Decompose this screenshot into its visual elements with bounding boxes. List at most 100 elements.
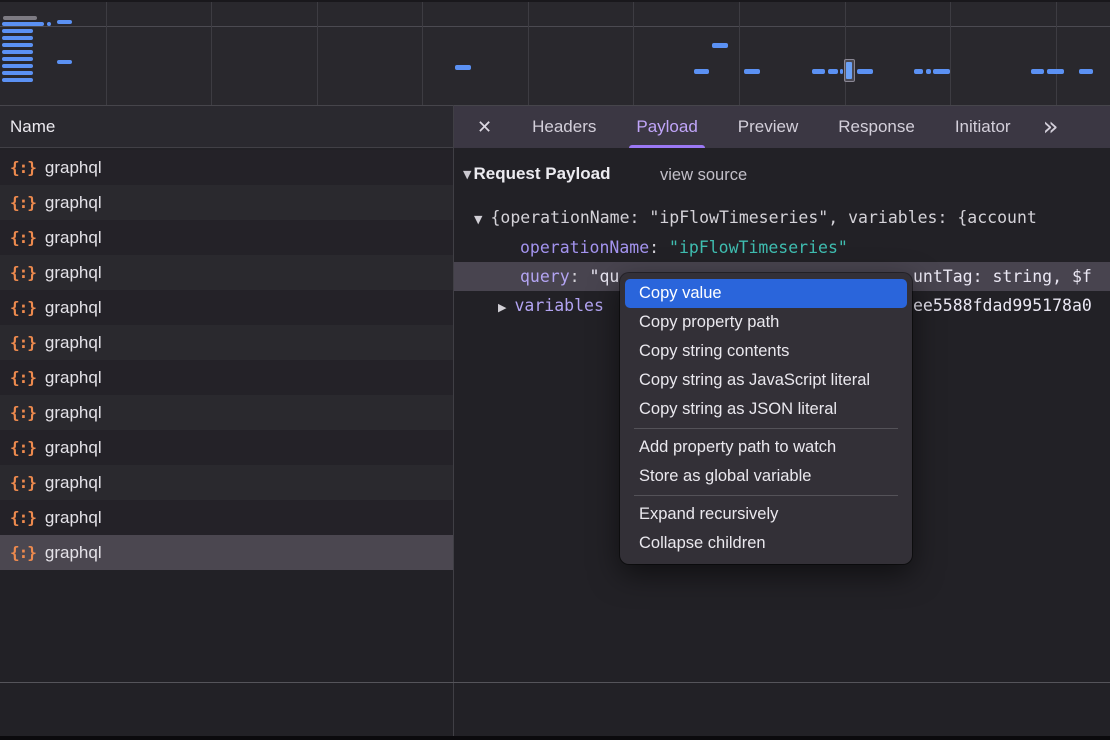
json-request-icon: {:} (10, 368, 36, 387)
request-name-label: graphql (45, 158, 102, 178)
menu-item-copy-string-as-javascript-literal[interactable]: Copy string as JavaScript literal (625, 366, 907, 395)
request-row[interactable]: {:} graphql (0, 290, 453, 325)
request-row[interactable]: {:} graphql (0, 150, 453, 185)
json-key: variables (514, 296, 603, 315)
overview-lane-divider (0, 26, 1110, 27)
waterfall-bar (926, 69, 931, 74)
request-name-label: graphql (45, 228, 102, 248)
json-request-icon: {:} (10, 438, 36, 457)
tab-headers[interactable]: Headers (532, 106, 596, 148)
window-bottom-edge (0, 736, 1110, 740)
request-row[interactable]: {:}graphql (0, 185, 453, 220)
request-row[interactable]: {:}graphql (0, 500, 453, 535)
waterfall-bar (1047, 69, 1064, 74)
waterfall-bar (933, 69, 950, 74)
overview-gridline (422, 2, 423, 105)
json-request-icon: {:} (10, 298, 36, 317)
waterfall-bar (2, 57, 33, 61)
waterfall-bar (812, 69, 825, 74)
waterfall-bar (3, 16, 37, 20)
request-row[interactable]: {:} graphql (0, 430, 453, 465)
panel-divider[interactable] (453, 105, 454, 736)
menu-item-copy-string-contents[interactable]: Copy string contents (625, 337, 907, 366)
menu-item-add-property-path-to-watch[interactable]: Add property path to watch (625, 433, 907, 462)
menu-separator (634, 495, 898, 496)
json-query-value-continuation: untTag: string, $f (913, 262, 1092, 291)
overview-gridline (528, 2, 529, 105)
json-variables-preview-continuation: ee5588fdad995178a0 (913, 291, 1092, 320)
menu-separator (634, 428, 898, 429)
collapse-triangle-icon: ▼ (463, 168, 471, 181)
waterfall-bar (744, 69, 760, 74)
json-row-variables[interactable]: ▶ variables (498, 291, 604, 320)
waterfall-bar (2, 50, 33, 54)
json-root-preview: {operationName: "ipFlowTimeseries", vari… (490, 208, 1036, 227)
overview-gridline (633, 2, 634, 105)
tab-payload[interactable]: Payload (636, 106, 697, 148)
json-colon: : (570, 267, 590, 286)
request-row[interactable]: {:} graphql (0, 395, 453, 430)
menu-item-copy-property-path[interactable]: Copy property path (625, 308, 907, 337)
json-request-icon: {:} (10, 228, 36, 247)
request-name-label: graphql (45, 438, 102, 458)
json-request-icon: {:} (10, 158, 36, 177)
json-request-icon: {:} (10, 403, 36, 422)
view-source-link[interactable]: view source (660, 166, 747, 185)
name-column-header[interactable]: Name (0, 105, 453, 148)
menu-item-copy-value[interactable]: Copy value (625, 279, 907, 308)
waterfall-bar (828, 69, 838, 74)
request-row[interactable]: {:}graphql (0, 465, 453, 500)
waterfall-bar (2, 64, 33, 68)
json-key: operationName (520, 238, 649, 257)
json-row-query[interactable]: query: "qu (520, 262, 619, 291)
tab-response[interactable]: Response (838, 106, 915, 148)
waterfall-bar (840, 69, 843, 74)
request-name-label: graphql (45, 263, 102, 283)
expanded-triangle-icon[interactable]: ▼ (474, 213, 482, 226)
close-icon[interactable]: ✕ (477, 117, 492, 138)
request-row[interactable]: {:} graphql (0, 255, 453, 290)
waterfall-bar (2, 29, 33, 33)
name-column-label: Name (10, 117, 55, 137)
json-request-icon: {:} (10, 508, 36, 527)
json-request-icon: {:} (10, 263, 36, 282)
overview-gridline (845, 2, 846, 105)
json-request-icon: {:} (10, 193, 36, 212)
json-row-operation-name[interactable]: operationName: "ipFlowTimeseries" (520, 233, 848, 262)
detail-tabs: Headers Payload Preview Response Initiator (492, 106, 1010, 148)
menu-item-expand-recursively[interactable]: Expand recursively (625, 500, 907, 529)
network-overview[interactable] (0, 0, 1110, 105)
request-name-label: graphql (45, 298, 102, 318)
request-row[interactable]: {:}graphql (0, 360, 453, 395)
request-name-label: graphql (45, 403, 102, 423)
menu-item-copy-string-as-json-literal[interactable]: Copy string as JSON literal (625, 395, 907, 424)
overview-gridline (739, 2, 740, 105)
json-root-row[interactable]: ▼ {operationName: "ipFlowTimeseries", var… (474, 203, 1110, 232)
request-name-label: graphql (45, 333, 102, 353)
overview-gridline (950, 2, 951, 105)
tab-preview[interactable]: Preview (738, 106, 798, 148)
collapsed-triangle-icon[interactable]: ▶ (498, 301, 506, 314)
menu-item-store-as-global-variable[interactable]: Store as global variable (625, 462, 907, 491)
waterfall-bar (57, 20, 72, 24)
waterfall-bar (2, 43, 33, 47)
waterfall-bar (2, 71, 33, 75)
json-value-start: "qu (590, 267, 620, 286)
json-request-icon: {:} (10, 473, 36, 492)
overview-gridline (211, 2, 212, 105)
request-row[interactable]: {:} graphql (0, 220, 453, 255)
waterfall-bar (694, 69, 709, 74)
request-payload-section-header[interactable]: ▼Request Payload (463, 164, 610, 184)
tab-initiator[interactable]: Initiator (955, 106, 1011, 148)
menu-item-collapse-children[interactable]: Collapse children (625, 529, 907, 558)
waterfall-bar (2, 22, 44, 26)
waterfall-bar (914, 69, 923, 74)
request-row[interactable]: {:} graphql (0, 325, 453, 360)
request-row[interactable]: {:}graphql (0, 535, 453, 570)
more-tabs-icon[interactable]: » (1043, 114, 1059, 140)
waterfall-bar (47, 22, 51, 26)
json-request-icon: {:} (10, 333, 36, 352)
waterfall-bar (57, 60, 72, 64)
waterfall-bar (857, 69, 873, 74)
table-bottom-border (0, 682, 1110, 683)
